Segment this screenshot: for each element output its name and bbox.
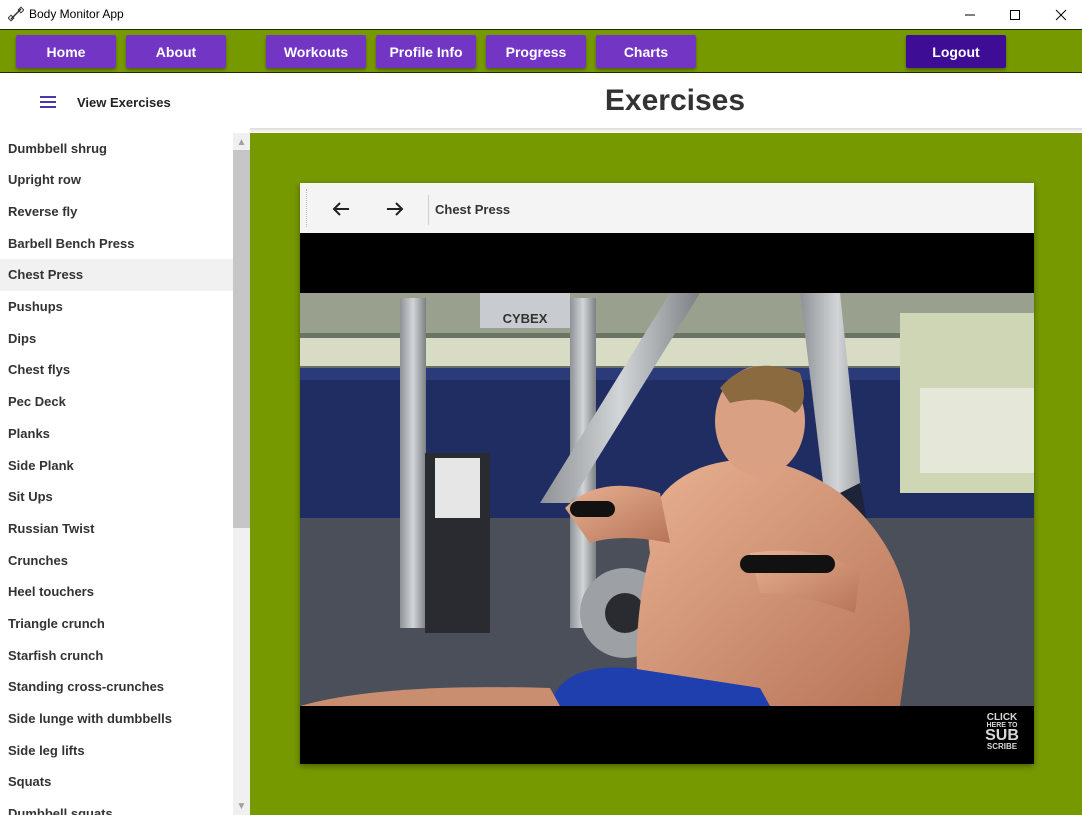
scroll-down-icon[interactable]: ▼ <box>233 799 250 814</box>
exercise-item[interactable]: Sit Ups <box>0 481 233 513</box>
close-icon <box>1055 9 1067 20</box>
exercise-list: Dumbbell shrug Upright row Reverse fly B… <box>0 133 233 815</box>
exercise-item[interactable]: Pushups <box>0 291 233 323</box>
exercise-video[interactable]: CYBEX <box>300 293 1034 706</box>
nav-profile-info-button[interactable]: Profile Info <box>376 35 476 68</box>
sidebar-scrollbar-thumb[interactable] <box>233 150 250 528</box>
nav-progress-button[interactable]: Progress <box>486 35 586 68</box>
exercise-item[interactable]: Standing cross-crunches <box>0 671 233 703</box>
exercise-item[interactable]: Heel touchers <box>0 576 233 608</box>
nav-about-button[interactable]: About <box>126 35 226 68</box>
exercise-item[interactable]: Squats <box>0 766 233 798</box>
menu-icon[interactable] <box>40 96 56 110</box>
exercise-item[interactable]: Crunches <box>0 544 233 576</box>
exercise-item[interactable]: Planks <box>0 418 233 450</box>
exercise-item[interactable]: Pec Deck <box>0 386 233 418</box>
nav-bar: Home About Workouts Profile Info Progres… <box>0 29 1082 73</box>
maximize-icon <box>1010 9 1020 20</box>
view-exercises-label: View Exercises <box>77 95 171 110</box>
exercise-item[interactable]: Chest flys <box>0 354 233 386</box>
exercise-item[interactable]: Triangle crunch <box>0 608 233 640</box>
title-bar: Body Monitor App <box>0 0 1082 29</box>
viewer-title: Chest Press <box>435 202 511 217</box>
nav-charts-button[interactable]: Charts <box>596 35 696 68</box>
exercise-item[interactable]: Side Plank <box>0 449 233 481</box>
nav-workouts-button[interactable]: Workouts <box>266 35 366 68</box>
forward-button[interactable] <box>380 196 410 222</box>
close-button[interactable] <box>1038 0 1082 29</box>
exercise-item[interactable]: Side leg lifts <box>0 734 233 766</box>
minimize-icon <box>965 14 975 15</box>
viewer-toolbar: Chest Press <box>300 183 1034 233</box>
exercise-item[interactable]: Dips <box>0 322 233 354</box>
exercise-item[interactable]: Upright row <box>0 164 233 196</box>
dumbbell-icon <box>8 6 24 22</box>
exercise-item[interactable]: Starfish crunch <box>0 639 233 671</box>
arrow-left-icon <box>332 202 349 216</box>
exercise-viewer-card: Chest Press CYBEX CLICK HERE TO SUB SCRI… <box>300 183 1034 764</box>
exercise-item[interactable]: Side lunge with dumbbells <box>0 703 233 735</box>
back-button[interactable] <box>326 196 356 222</box>
minimize-button[interactable] <box>947 0 993 29</box>
exercise-item[interactable]: Barbell Bench Press <box>0 227 233 259</box>
exercise-item-selected[interactable]: Chest Press <box>0 259 233 291</box>
exercise-item[interactable]: Dumbbell shrug <box>0 133 233 164</box>
window-title: Body Monitor App <box>29 7 124 21</box>
nav-home-button[interactable]: Home <box>16 35 116 68</box>
subscribe-badge[interactable]: CLICK HERE TO SUB SCRIBE <box>980 713 1024 753</box>
page-title: Exercises <box>604 84 746 117</box>
maximize-button[interactable] <box>992 0 1038 29</box>
machine-label: CYBEX <box>503 311 548 326</box>
exercise-viewer-area: Chest Press CYBEX CLICK HERE TO SUB SCRI… <box>250 133 1082 815</box>
exercise-item[interactable]: Russian Twist <box>0 513 233 545</box>
logout-button[interactable]: Logout <box>906 35 1006 68</box>
scroll-up-icon[interactable]: ▲ <box>233 135 250 150</box>
toolbar-separator <box>428 195 429 225</box>
arrow-right-icon <box>387 202 404 216</box>
exercise-item[interactable]: Reverse fly <box>0 196 233 228</box>
exercise-item[interactable]: Dumbbell squats <box>0 798 233 815</box>
toolbar-grip <box>306 189 307 227</box>
